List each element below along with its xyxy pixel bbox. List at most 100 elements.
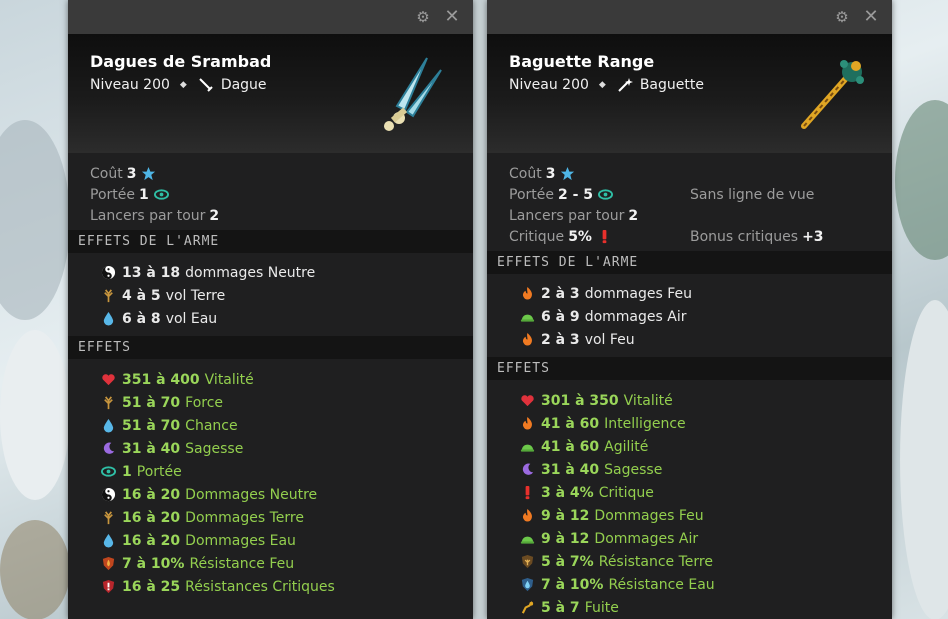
effect-label: Résistance Eau xyxy=(608,576,715,593)
effect-label: vol Feu xyxy=(584,331,635,348)
close-icon[interactable]: ✕ xyxy=(443,8,461,26)
effect-row: 7 à 10% Résistance Eau xyxy=(520,573,892,596)
stat-label: Bonus critiques xyxy=(690,228,799,245)
item-type: Baguette xyxy=(639,77,704,93)
stat-range: Portée 1 xyxy=(90,184,451,205)
effect-row: 41 à 60 Agilité xyxy=(520,435,892,458)
effect-row: 1 Portée xyxy=(101,460,473,483)
effect-row: 31 à 40 Sagesse xyxy=(520,458,892,481)
effect-value: 31 à 40 xyxy=(122,440,181,457)
item-header: Dagues de Srambad Niveau 200 ◆ Dague xyxy=(68,34,473,153)
effect-label: Chance xyxy=(185,417,238,434)
effect-value: 7 à 10% xyxy=(122,555,185,572)
item-type: Dague xyxy=(220,77,267,93)
stat-value: 1 xyxy=(138,186,149,203)
water-icon xyxy=(103,533,114,548)
effect-label: Résistances Critiques xyxy=(185,578,335,595)
heart-icon xyxy=(102,374,115,386)
effect-value: 5 à 7 xyxy=(541,599,580,616)
fire-icon xyxy=(522,332,532,346)
effect-label: Dommages Terre xyxy=(185,509,304,526)
stat-cost: Coût 3 xyxy=(509,163,870,184)
tooltip-titlebar[interactable]: ⚙ ✕ xyxy=(68,0,473,34)
effect-value: 41 à 60 xyxy=(541,438,600,455)
neutral-icon xyxy=(101,265,116,280)
effect-value: 9 à 12 xyxy=(541,530,590,547)
effect-value: 16 à 20 xyxy=(122,532,181,549)
air-icon xyxy=(520,444,535,452)
effect-row: 7 à 10% Résistance Feu xyxy=(101,552,473,575)
effect-label: Résistance Terre xyxy=(598,553,713,570)
stat-label: Portée xyxy=(509,186,554,203)
effect-value: 16 à 20 xyxy=(122,509,181,526)
effect-value: 6 à 8 xyxy=(122,310,161,327)
stat-label: Critique xyxy=(509,228,565,245)
effect-value: 9 à 12 xyxy=(541,507,590,524)
effects-header: EFFETS xyxy=(487,357,892,380)
effect-value: 51 à 70 xyxy=(122,417,181,434)
item-level: Niveau 200 xyxy=(90,77,170,93)
stat-value: +3 xyxy=(802,228,824,245)
item-stats: Coût 3 Portée 1 Lancers par tour 2 xyxy=(68,153,473,230)
effect-value: 4 à 5 xyxy=(122,287,161,304)
effect-label: vol Terre xyxy=(165,287,226,304)
item-header: Baguette Range Niveau 200 ◆ Baguette xyxy=(487,34,892,153)
stat-value: 3 xyxy=(545,165,556,182)
item-name: Baguette Range xyxy=(509,52,655,71)
effect-label: Dommages Air xyxy=(594,530,699,547)
effect-row: 16 à 20 Dommages Eau xyxy=(101,529,473,552)
weapon-effects-list: 13 à 18 dommages Neutre 4 à 5 vol Terre 6 à … xyxy=(68,253,473,336)
neutral-icon xyxy=(101,487,116,502)
stat-value: 3 xyxy=(126,165,137,182)
effect-label: Sagesse xyxy=(604,461,663,478)
effect-label: vol Eau xyxy=(165,310,218,327)
stat-critical: Critique 5% Bonus critiques +3 xyxy=(509,226,870,247)
effect-row: 6 à 8 vol Eau xyxy=(101,307,473,330)
stat-casts: Lancers par tour 2 xyxy=(509,205,870,226)
stat-line-of-sight: Sans ligne de vue xyxy=(690,186,815,203)
item-tooltip-left: ⚙ ✕ Dagues de Srambad Niveau 200 ◆ Dague… xyxy=(68,0,473,619)
effect-value: 41 à 60 xyxy=(541,415,600,432)
effect-row: 2 à 3 dommages Feu xyxy=(520,282,892,305)
effect-label: dommages Neutre xyxy=(185,264,316,281)
effects-header: EFFETS xyxy=(68,336,473,359)
effect-label: Vitalité xyxy=(204,371,254,388)
effect-label: Fuite xyxy=(584,599,619,616)
tooltip-titlebar[interactable]: ⚙ ✕ xyxy=(487,0,892,34)
gear-icon[interactable]: ⚙ xyxy=(414,8,432,26)
earth-icon xyxy=(104,289,113,303)
close-icon[interactable]: ✕ xyxy=(862,8,880,26)
effect-row: 5 à 7% Résistance Terre xyxy=(520,550,892,573)
effect-row: 3 à 4% Critique xyxy=(520,481,892,504)
earth-shield-icon xyxy=(521,554,534,569)
eye-icon xyxy=(153,189,169,200)
effect-value: 13 à 18 xyxy=(122,264,181,281)
item-subtitle: Niveau 200 ◆ Dague xyxy=(90,76,267,94)
eye-icon xyxy=(598,189,614,200)
effects-list: 351 à 400 Vitalité 51 à 70 Force 51 à 70 Chan… xyxy=(68,359,473,604)
effect-value: 31 à 40 xyxy=(541,461,600,478)
water-icon xyxy=(103,418,114,433)
effect-label: Dommages Eau xyxy=(185,532,296,549)
effects-list: 301 à 350 Vitalité 41 à 60 Intelligence 41 à… xyxy=(487,380,892,619)
effect-label: dommages Air xyxy=(584,308,687,325)
fire-icon xyxy=(522,508,532,522)
stat-label: Coût xyxy=(90,165,123,182)
item-stats: Coût 3 Portée 2 - 5 Sans ligne de vue La… xyxy=(487,153,892,251)
effect-row: 16 à 20 Dommages Terre xyxy=(101,506,473,529)
effect-row: 4 à 5 vol Terre xyxy=(101,284,473,307)
stat-cost: Coût 3 xyxy=(90,163,451,184)
effect-label: Dommages Feu xyxy=(594,507,704,524)
gear-icon[interactable]: ⚙ xyxy=(833,8,851,26)
crit-icon xyxy=(525,485,530,500)
wand-icon xyxy=(618,78,633,92)
effect-value: 2 à 3 xyxy=(541,285,580,302)
effect-value: 301 à 350 xyxy=(541,392,619,409)
effect-value: 6 à 9 xyxy=(541,308,580,325)
stat-value: 2 xyxy=(628,207,639,224)
earth-icon xyxy=(104,511,113,525)
effect-row: 351 à 400 Vitalité xyxy=(101,368,473,391)
background-scenery xyxy=(473,0,488,619)
effect-label: Dommages Neutre xyxy=(185,486,318,503)
item-subtitle: Niveau 200 ◆ Baguette xyxy=(509,76,704,94)
